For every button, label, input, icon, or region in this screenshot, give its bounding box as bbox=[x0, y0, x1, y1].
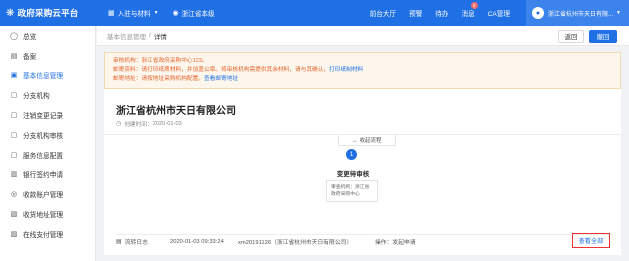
sidebar-item-label: 注销变更记录 bbox=[23, 113, 64, 121]
log-user: xm20191126（浙江省杭州市天日有限公司） bbox=[238, 240, 353, 246]
view-address-link[interactable]: 查看邮寄地址 bbox=[204, 76, 238, 82]
breadcrumb: 基本信息管理 / 详情 返回 撤回 bbox=[97, 26, 629, 46]
created-time: ◷ 创建时间： 2020-01-03 bbox=[116, 120, 182, 129]
notice-line-mail-materials: 邮寄资料：请打印纸质材料，并加盖公章。将审核机构需提供其余材料，请与其确认，打印… bbox=[113, 67, 364, 73]
print-materials-link[interactable]: 打印纸制材料 bbox=[329, 67, 363, 73]
sidebar-item-accounts[interactable]: ◎ 收款账户管理 bbox=[0, 184, 95, 204]
sidebar-item-label: 基本信息管理 bbox=[23, 73, 64, 81]
user-menu[interactable]: ● 浙江省杭州市天日有限... ▼ bbox=[526, 0, 629, 26]
sidebar-item-label: 在线支付管理 bbox=[23, 231, 64, 239]
step-detail-box: 审查机构：浙江省政府采购中心 bbox=[326, 180, 378, 202]
chevron-down-icon: ▼ bbox=[153, 10, 159, 16]
user-name: 浙江省杭州市天日有限... bbox=[548, 11, 614, 18]
sidebar-item-address[interactable]: ▧ 收货地址管理 bbox=[0, 204, 95, 224]
grid-icon: ▦ bbox=[108, 10, 115, 17]
clock-icon: ◷ bbox=[116, 121, 122, 127]
sidebar-item-label: 服务信息配置 bbox=[23, 152, 64, 160]
breadcrumb-parent[interactable]: 基本信息管理 bbox=[107, 31, 146, 41]
sidebar-item-label: 收款账户管理 bbox=[23, 192, 64, 200]
notice-line-mail-address: 邮寄地址：请按地址采购机构配置。查看邮寄地址 bbox=[113, 76, 239, 82]
bank-icon: ▥ bbox=[10, 171, 18, 179]
notice-line-review-org: 审核机构：浙江省政府采购中心122。 bbox=[113, 58, 208, 64]
avatar: ● bbox=[532, 7, 545, 19]
location-icon: ◉ bbox=[172, 10, 179, 17]
info-icon: ▣ bbox=[10, 72, 18, 80]
sidebar-item-label: 总览 bbox=[23, 33, 37, 41]
sidebar-item-online-pay[interactable]: ▨ 在线支付管理 bbox=[0, 224, 95, 244]
nav-menu-dropdown[interactable]: ▦ 入驻与材料 ▼ bbox=[108, 8, 159, 18]
sidebar-item-label: 银行签约申请 bbox=[23, 172, 64, 180]
log-icon: ▤ bbox=[116, 239, 122, 245]
region-label: 浙江省本级 bbox=[181, 11, 215, 18]
flow-log-row: ▤ 流转日志 2020-01-03 09:33:24 xm20191126（浙江… bbox=[116, 234, 613, 248]
doc-icon: ▢ bbox=[10, 112, 18, 120]
overview-icon: ◯ bbox=[10, 32, 18, 40]
sidebar-item-change-records[interactable]: ▢ 注销变更记录 bbox=[0, 105, 95, 125]
top-right-links: 前台大厅 预警 待办 消息 3 CA管理 ● 浙江省杭州市天日有限... ▼ bbox=[370, 0, 629, 26]
warning-link[interactable]: 预警 bbox=[409, 8, 422, 18]
logo-icon: ❋ bbox=[6, 7, 15, 19]
chevron-up-icon: ︿ bbox=[352, 137, 358, 144]
todo-link[interactable]: 待办 bbox=[435, 8, 448, 18]
message-label: 消息 bbox=[461, 11, 475, 18]
doc-icon: ▢ bbox=[10, 151, 18, 159]
step-indicator: 1 bbox=[346, 149, 357, 160]
file-icon: ▤ bbox=[10, 52, 18, 60]
breadcrumb-separator: / bbox=[149, 32, 151, 39]
wallet-icon: ◎ bbox=[10, 191, 18, 199]
sidebar-item-label: 备案 bbox=[23, 53, 37, 61]
sidebar-item-branch-review[interactable]: ▢ 分支机构审核 bbox=[0, 125, 95, 145]
notice-banner: 审核机构：浙江省政府采购中心122。 邮寄资料：请打印纸质材料，并加盖公章。将审… bbox=[104, 52, 621, 89]
doc-icon: ▢ bbox=[10, 131, 18, 139]
sidebar-item-label: 分支机构审核 bbox=[23, 132, 64, 140]
sidebar-item-label: 收货地址管理 bbox=[23, 212, 64, 220]
sidebar-item-basic-info[interactable]: ▣ 基本信息管理 bbox=[0, 66, 95, 86]
nav-menu-label: 入驻与材料 bbox=[117, 11, 151, 18]
sidebar-item-label: 分支机构 bbox=[23, 93, 50, 101]
breadcrumb-current: 详情 bbox=[153, 33, 167, 41]
sidebar: ◯ 总览 ▤ 备案 ▣ 基本信息管理 ▢ 分支机构 ▢ 注销变更记录 ▢ 分支机构审核 ▢ 服… bbox=[0, 26, 96, 261]
sidebar-item-branch[interactable]: ▢ 分支机构 bbox=[0, 85, 95, 105]
detail-card: 审核机构：浙江省政府采购中心122。 邮寄资料：请打印纸质材料，并加盖公章。将审… bbox=[104, 52, 621, 255]
region-selector[interactable]: ◉ 浙江省本级 bbox=[173, 8, 215, 18]
back-button[interactable]: 返回 bbox=[558, 30, 584, 43]
message-link[interactable]: 消息 3 bbox=[461, 2, 478, 18]
withdraw-button[interactable]: 撤回 bbox=[589, 30, 617, 43]
sidebar-item-overview[interactable]: ◯ 总览 bbox=[0, 26, 95, 46]
location-icon: ▧ bbox=[10, 211, 18, 219]
sidebar-item-bank-sign[interactable]: ▥ 银行签约申请 bbox=[0, 165, 95, 185]
company-name: 浙江省杭州市天日有限公司 bbox=[116, 106, 236, 117]
top-bar: ❋ 政府采购云平台 ▦ 入驻与材料 ▼ ◉ 浙江省本级 前台大厅 预警 待办 消… bbox=[0, 0, 629, 26]
sidebar-item-service-config[interactable]: ▢ 服务信息配置 bbox=[0, 145, 95, 165]
view-all-button[interactable]: 查看全部 bbox=[572, 233, 610, 248]
collapse-flow-toggle[interactable]: ︿ 收起流程 bbox=[338, 135, 396, 146]
sidebar-item-filing[interactable]: ▤ 备案 bbox=[0, 46, 95, 66]
pay-icon: ▨ bbox=[10, 230, 18, 238]
message-badge: 3 bbox=[470, 2, 478, 9]
logo[interactable]: ❋ 政府采购云平台 bbox=[0, 7, 100, 19]
logo-text: 政府采购云平台 bbox=[17, 8, 79, 18]
chevron-down-icon: ▼ bbox=[616, 10, 621, 16]
log-operation: 操作：发起申请 bbox=[375, 240, 416, 246]
step-title: 变更待审核 bbox=[336, 171, 370, 178]
front-hall-link[interactable]: 前台大厅 bbox=[370, 8, 396, 18]
log-time: 2020-01-03 09:33:24 bbox=[170, 238, 224, 245]
log-title: ▤ 流转日志 bbox=[116, 239, 148, 246]
doc-icon: ▢ bbox=[10, 92, 18, 100]
ca-link[interactable]: CA管理 bbox=[488, 8, 510, 18]
